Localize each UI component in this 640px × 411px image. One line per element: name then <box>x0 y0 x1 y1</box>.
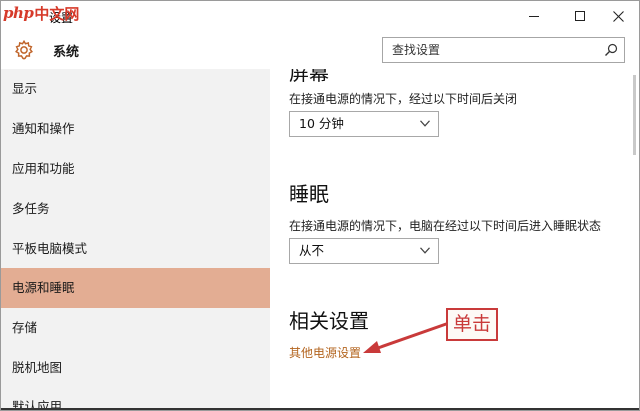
chevron-down-icon <box>420 247 430 254</box>
screen-timeout-dropdown[interactable]: 10 分钟 <box>289 111 439 137</box>
sidebar-item-storage[interactable]: 存储 <box>1 308 270 348</box>
sleep-timeout-value: 从不 <box>299 243 325 258</box>
title-bar: 设置 <box>1 1 639 31</box>
additional-power-settings-link[interactable]: 其他电源设置 <box>289 344 361 361</box>
watermark-cn: 中文网 <box>34 4 80 23</box>
related-settings-heading: 相关设置 <box>289 309 369 333</box>
sidebar-nav: 显示 通知和操作 应用和功能 多任务 平板电脑模式 电源和睡眠 存储 脱机地图 … <box>1 69 270 410</box>
sidebar-item-multitasking[interactable]: 多任务 <box>1 189 270 229</box>
maximize-icon <box>575 11 585 21</box>
screen-timeout-value: 10 分钟 <box>299 116 344 131</box>
watermark-logo: php 中文网 <box>3 2 79 24</box>
section-title: 系统 <box>53 45 80 60</box>
screen-description: 在接通电源的情况下，经过以下时间后关闭 <box>289 92 518 106</box>
sidebar-item-notifications[interactable]: 通知和操作 <box>1 109 270 149</box>
sleep-timeout-dropdown[interactable]: 从不 <box>289 238 439 264</box>
sidebar-item-apps[interactable]: 应用和功能 <box>1 149 270 189</box>
settings-header: 系统 <box>1 31 639 69</box>
search-box[interactable] <box>382 37 625 63</box>
sidebar-item-display[interactable]: 显示 <box>1 69 270 109</box>
scrollbar-thumb[interactable] <box>633 75 636 155</box>
close-button[interactable] <box>595 1 639 31</box>
sleep-heading: 睡眠 <box>289 182 329 206</box>
scrollbar[interactable] <box>629 69 639 410</box>
minimize-icon <box>529 15 539 17</box>
minimize-button[interactable] <box>511 1 557 31</box>
annotation-arrow-icon <box>363 321 450 353</box>
annotation-callout: 单击 <box>446 308 498 341</box>
chevron-down-icon <box>420 120 430 127</box>
sidebar-item-power-sleep[interactable]: 电源和睡眠 <box>1 268 270 308</box>
sleep-description: 在接通电源的情况下，电脑在经过以下时间后进入睡眠状态 <box>289 219 602 233</box>
sidebar-item-tablet-mode[interactable]: 平板电脑模式 <box>1 229 270 269</box>
main-content: 屏幕 在接通电源的情况下，经过以下时间后关闭 10 分钟 睡眠 在接通电源的情况… <box>270 69 629 410</box>
screen-heading-partial: 屏幕 <box>289 69 329 85</box>
watermark-latin: php <box>3 4 34 22</box>
search-icon[interactable] <box>604 43 618 57</box>
settings-window: php 中文网 设置 系统 查找设置 显示 通知和操作 应用和功能 多任务 平板… <box>0 0 640 411</box>
search-input[interactable] <box>392 43 592 57</box>
close-icon <box>612 10 624 22</box>
gear-icon <box>15 39 33 60</box>
sidebar-item-offline-maps[interactable]: 脱机地图 <box>1 348 270 388</box>
